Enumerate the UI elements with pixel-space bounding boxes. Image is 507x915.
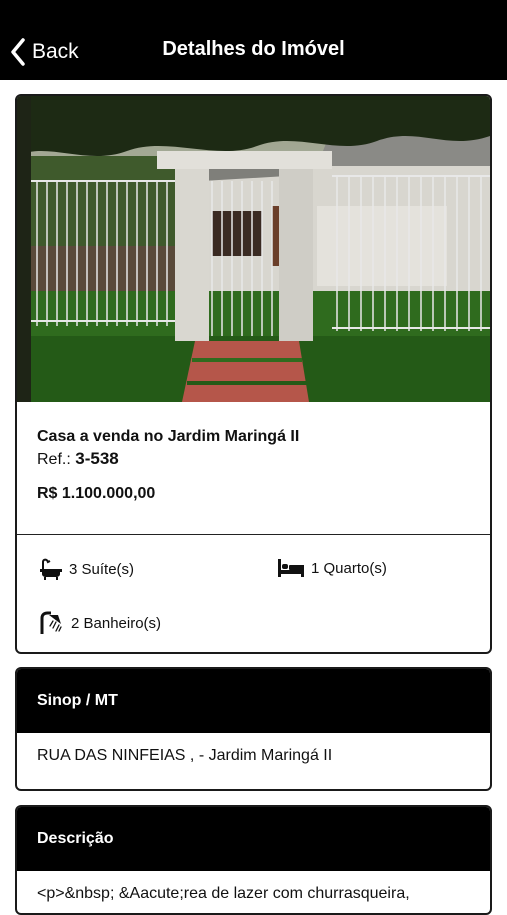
feature-banheiros: 2 Banheiro(s) (39, 611, 161, 635)
feature-quartos: 1 Quarto(s) (277, 558, 387, 578)
page-title: Detalhes do Imóvel (162, 38, 345, 60)
bathtub-icon (40, 558, 62, 580)
listing-title: Casa a venda no Jardim Maringá II (37, 428, 300, 445)
property-photo (17, 96, 490, 402)
divider (17, 534, 490, 535)
ref-value: 3-538 (75, 449, 119, 468)
location-address: RUA DAS NINFEIAS , - Jardim Maringá II (37, 747, 333, 764)
listing-price: R$ 1.100.000,00 (37, 485, 156, 502)
bed-icon (278, 559, 304, 577)
location-heading: Sinop / MT (17, 669, 490, 733)
feature-suites: 3 Suíte(s) (39, 558, 134, 580)
listing-ref: Ref.: 3-538 (37, 448, 477, 471)
navigation-bar: Back Detalhes do Imóvel (0, 0, 507, 80)
feature-quartos-label: 1 Quarto(s) (311, 559, 387, 577)
description-text: <p>&nbsp; &Aacute;rea de lazer com churr… (37, 885, 410, 902)
ref-label: Ref.: (37, 451, 71, 468)
listing-info: Casa a venda no Jardim Maringá II Ref.: … (37, 426, 477, 503)
shower-icon (40, 611, 62, 634)
property-card: Casa a venda no Jardim Maringá II Ref.: … (15, 94, 492, 654)
feature-banheiros-label: 2 Banheiro(s) (71, 614, 162, 632)
location-card: Sinop / MT RUA DAS NINFEIAS , - Jardim M… (15, 667, 492, 791)
feature-suites-label: 3 Suíte(s) (69, 560, 135, 578)
description-card: Descrição <p>&nbsp; &Aacute;rea de lazer… (15, 805, 492, 915)
description-heading: Descrição (17, 807, 490, 871)
